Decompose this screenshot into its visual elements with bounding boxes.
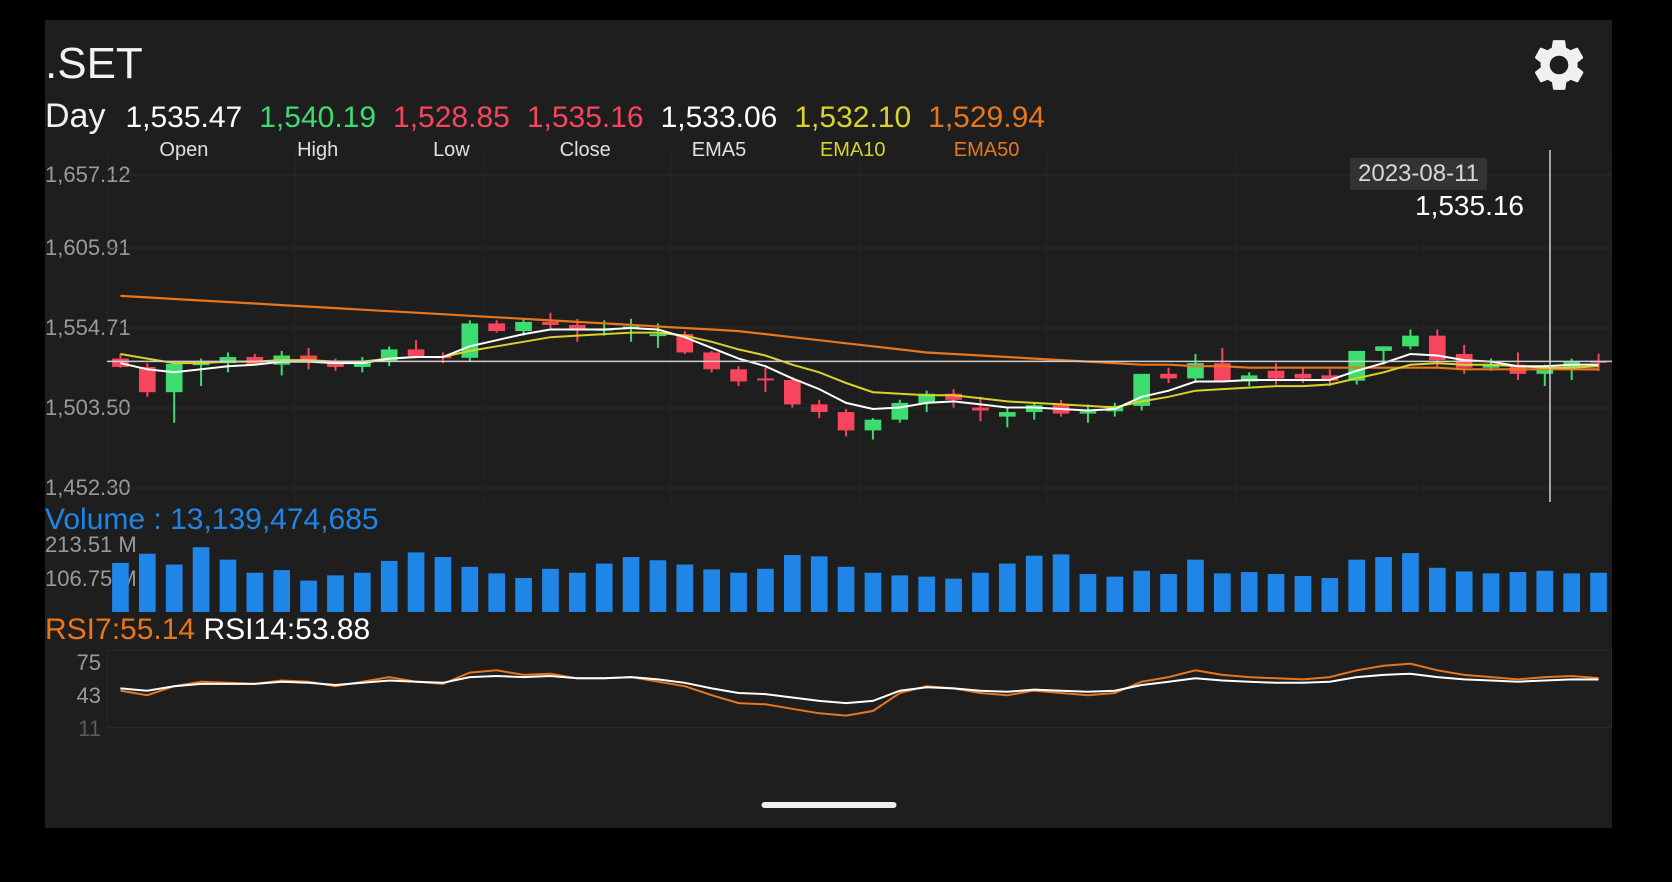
crosshair-price-label: 1,535.16 bbox=[1415, 190, 1524, 221]
price-axis-tick: 1,554.71 bbox=[45, 315, 131, 340]
ohlc-high-value: 1,540.19 bbox=[259, 101, 377, 134]
chart-header: .SET Day 1,535.47 Open 1,540.19 High 1,5… bbox=[45, 20, 1612, 161]
ema10-value: 1,532.10 bbox=[794, 101, 912, 134]
ohlc-close-value: 1,535.16 bbox=[526, 101, 644, 134]
volume-pane[interactable]: Volume : 13,139,474,685 213.51 M 106.75 … bbox=[45, 502, 1612, 612]
rsi-axis-tick: 43 bbox=[76, 683, 101, 708]
price-axis-tick: 1,452.30 bbox=[45, 475, 131, 500]
rsi-title: RSI7:55.14 RSI14:53.88 bbox=[45, 612, 370, 648]
rsi7-readout: RSI7:55.14 bbox=[45, 613, 196, 646]
ohlc-low-value: 1,528.85 bbox=[393, 101, 510, 134]
rsi-lines-plot[interactable] bbox=[107, 650, 1612, 728]
volume-bars-plot[interactable] bbox=[107, 542, 1612, 612]
volume-value: 13,139,474,685 bbox=[170, 503, 379, 536]
ema5-value: 1,533.06 bbox=[660, 101, 778, 134]
timeframe-label[interactable]: Day bbox=[45, 96, 105, 136]
rsi-pane[interactable]: RSI7:55.14 RSI14:53.88 75 43 11 bbox=[45, 612, 1612, 741]
app-viewport: .SET Day 1,535.47 Open 1,540.19 High 1,5… bbox=[45, 20, 1612, 828]
page-title: .SET bbox=[45, 39, 143, 88]
home-indicator[interactable] bbox=[761, 802, 896, 808]
rsi-axis-tick: 11 bbox=[78, 716, 101, 741]
crosshair-date-badge: 2023-08-11 bbox=[1350, 158, 1487, 190]
ohlc-open-value: 1,535.47 bbox=[125, 101, 243, 134]
price-axis-tick: 1,657.12 bbox=[45, 162, 131, 187]
price-chart-pane[interactable]: 1,657.12 1,605.91 1,554.71 1,503.50 1,45… bbox=[45, 150, 1612, 502]
gear-icon[interactable] bbox=[1528, 34, 1590, 96]
rsi-axis-tick: 75 bbox=[76, 650, 101, 675]
screen-root: .SET Day 1,535.47 Open 1,540.19 High 1,5… bbox=[0, 0, 1672, 882]
price-axis-tick: 1,605.91 bbox=[45, 235, 131, 260]
rsi14-readout: RSI14:53.88 bbox=[203, 613, 371, 646]
candlestick-plot[interactable] bbox=[107, 150, 1612, 502]
ema50-value: 1,529.94 bbox=[928, 101, 1045, 134]
price-axis-tick: 1,503.50 bbox=[45, 395, 131, 420]
